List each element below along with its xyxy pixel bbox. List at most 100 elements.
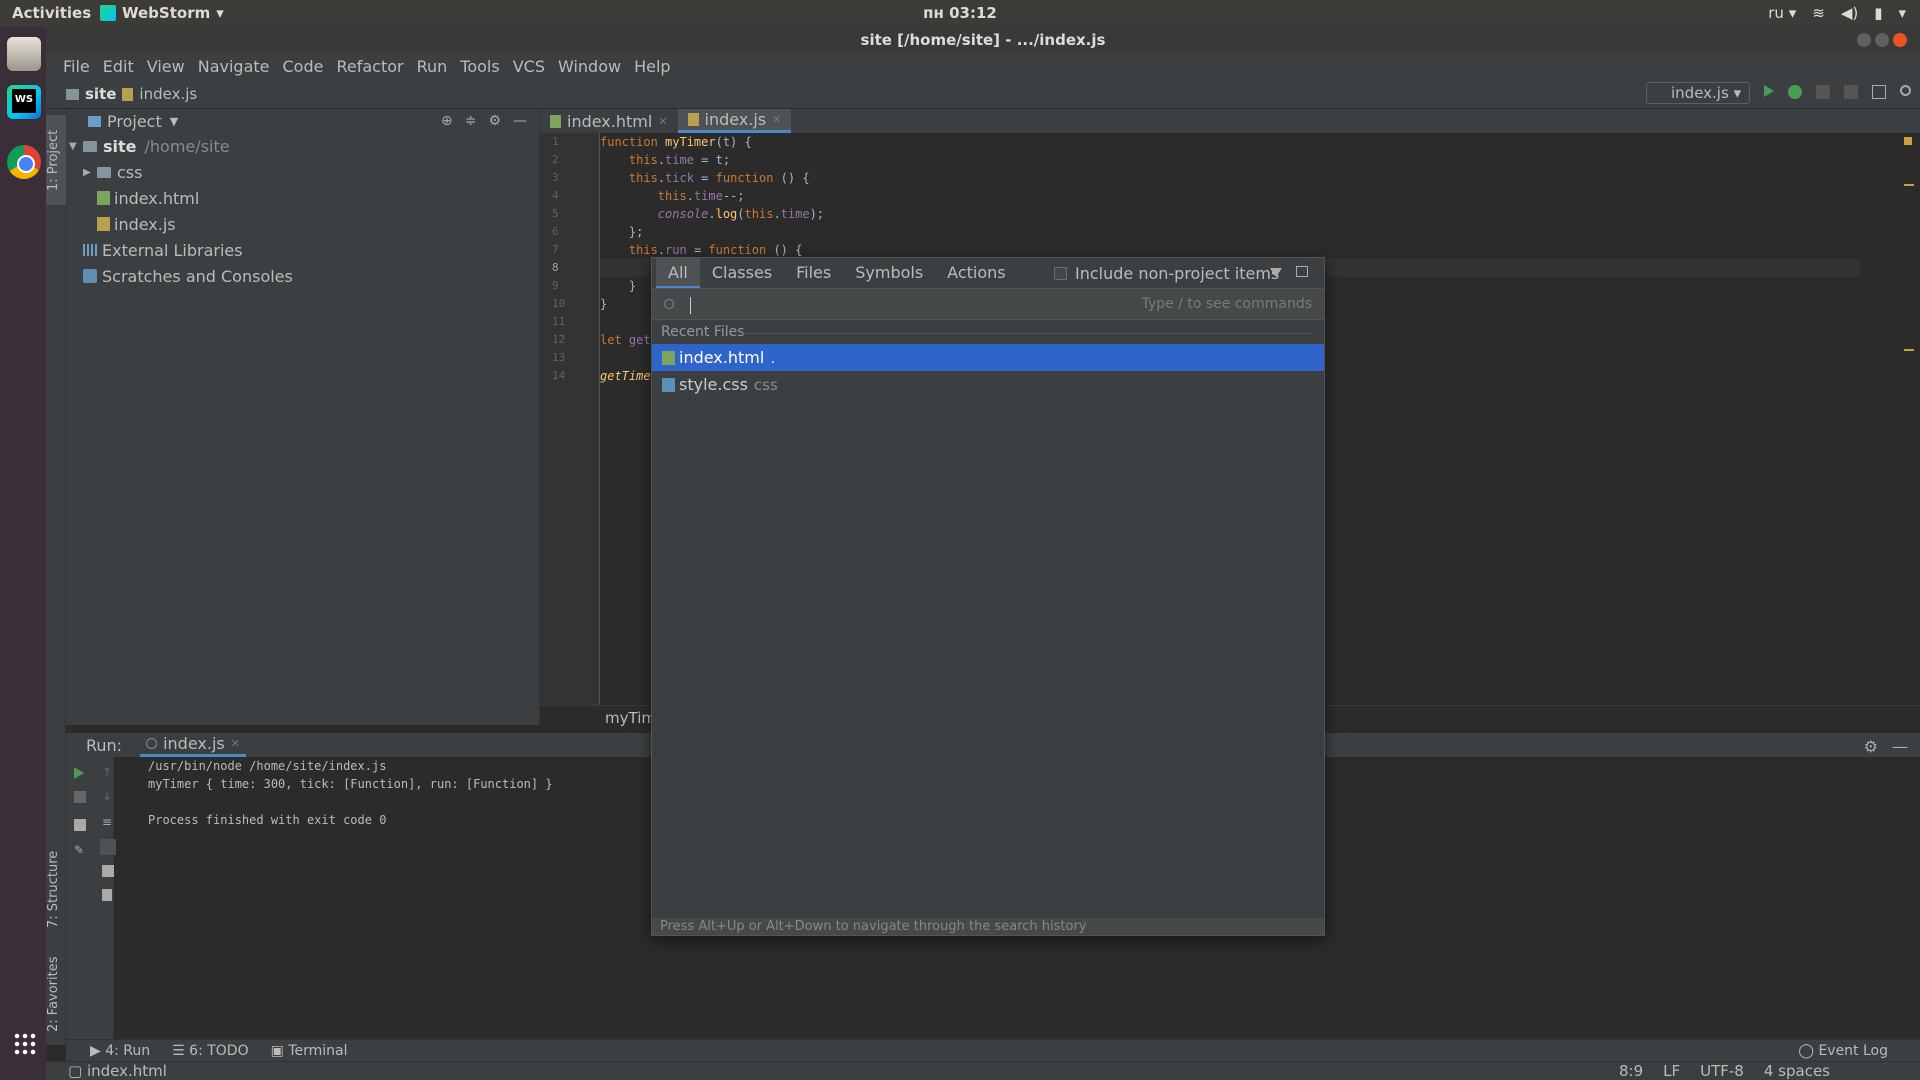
locate-icon[interactable]: ⊕ (441, 113, 453, 129)
menu-run[interactable]: Run (417, 57, 448, 76)
arrow-down-icon[interactable]: ↓ (102, 789, 114, 803)
soft-wrap-icon[interactable]: ≡ (102, 815, 114, 829)
webstorm-app-icon[interactable]: WS (7, 85, 41, 119)
gear-icon[interactable]: ⚙ (488, 113, 501, 129)
project-view-selector[interactable]: Project (107, 112, 162, 131)
coverage-icon[interactable] (1816, 85, 1830, 99)
stop-icon[interactable] (1844, 85, 1858, 99)
gear-icon[interactable]: ⚙ (1864, 737, 1878, 756)
search-tab-all[interactable]: All (656, 258, 700, 288)
tree-node-css[interactable]: ▶ css (66, 159, 539, 185)
menu-file[interactable]: File (63, 57, 90, 76)
line-number: 5 (552, 207, 559, 220)
menu-view[interactable]: View (147, 57, 185, 76)
run-icon[interactable] (1764, 85, 1774, 97)
hide-icon[interactable]: — (513, 113, 527, 129)
tab-index-html[interactable]: index.html ✕ (540, 109, 678, 133)
rerun-icon[interactable] (74, 767, 84, 779)
print-icon[interactable] (102, 865, 114, 877)
console-output[interactable]: /usr/bin/node /home/site/index.js myTime… (148, 757, 553, 829)
menu-tools[interactable]: Tools (460, 57, 499, 76)
keyboard-layout[interactable]: ru ▾ (1768, 4, 1796, 22)
tree-node-index-html[interactable]: index.html (66, 185, 539, 211)
tool-tab-terminal[interactable]: ▣ Terminal (271, 1043, 348, 1059)
list-item[interactable]: style.css css (652, 371, 1324, 398)
minimize-window-icon[interactable] (1857, 33, 1871, 47)
collapse-all-icon[interactable]: ≑ (465, 113, 477, 129)
event-log-button[interactable]: ◯ Event Log (1798, 1043, 1888, 1059)
search-tab-symbols[interactable]: Symbols (843, 258, 935, 288)
tab-index-js[interactable]: index.js ✕ (677, 109, 792, 133)
js-file-icon (97, 217, 110, 231)
open-in-find-window-icon[interactable] (1296, 266, 1308, 277)
show-applications-icon[interactable] (13, 1032, 37, 1056)
restore-layout-icon[interactable] (74, 819, 86, 831)
menu-refactor[interactable]: Refactor (336, 57, 403, 76)
close-tab-icon[interactable]: ✕ (231, 737, 240, 750)
stop-icon[interactable] (74, 791, 86, 803)
tool-tab-todo[interactable]: ☰ 6: TODO (172, 1043, 248, 1059)
include-non-project-checkbox[interactable]: Include non-project items (1054, 264, 1279, 283)
system-tray[interactable]: ru ▾ ≋ ◀) ▮ ▾ (1768, 4, 1906, 22)
nav-toolbar (1764, 85, 1911, 99)
chrome-app-icon[interactable] (7, 145, 41, 179)
close-window-icon[interactable] (1893, 33, 1907, 47)
battery-icon: ▮ (1874, 4, 1883, 22)
warning-marker[interactable] (1904, 184, 1914, 186)
tool-tab-run[interactable]: ▶ 4: Run (90, 1043, 150, 1059)
text-caret (690, 297, 691, 314)
search-icon[interactable] (1900, 85, 1911, 96)
collapsed-arrow-icon[interactable]: ▶ (83, 167, 97, 178)
breadcrumb-file[interactable]: index.js (139, 85, 197, 103)
menu-help[interactable]: Help (634, 57, 670, 76)
arrow-up-icon[interactable]: ↑ (102, 765, 114, 779)
hide-icon[interactable]: — (1892, 737, 1908, 756)
error-stripe[interactable] (1904, 133, 1916, 705)
search-tab-classes[interactable]: Classes (700, 258, 784, 288)
close-tab-icon[interactable]: ✕ (772, 113, 781, 126)
tree-node-index-js[interactable]: index.js (66, 211, 539, 237)
tree-node-external-libraries[interactable]: External Libraries (66, 237, 539, 263)
debug-icon[interactable] (1788, 85, 1802, 99)
clock[interactable]: пн 03:12 (0, 4, 1920, 22)
menu-code[interactable]: Code (283, 57, 324, 76)
maximize-window-icon[interactable] (1875, 33, 1889, 47)
run-config-selector[interactable]: index.js ▾ (1646, 82, 1750, 104)
file-encoding[interactable]: UTF-8 (1700, 1062, 1744, 1080)
search-tab-actions[interactable]: Actions (935, 258, 1017, 288)
tree-node-label: index.html (114, 188, 200, 208)
breadcrumb-project[interactable]: site (85, 85, 116, 103)
editor-breadcrumb-item[interactable]: myTim (605, 709, 656, 727)
line-separator[interactable]: LF (1663, 1062, 1680, 1080)
menu-navigate[interactable]: Navigate (198, 57, 270, 76)
tree-node-site[interactable]: ▼ site /home/site (66, 133, 539, 159)
pin-icon[interactable]: ✎ (74, 843, 86, 857)
filter-icon[interactable] (1270, 268, 1282, 277)
line-number: 4 (552, 189, 559, 202)
expanded-arrow-icon[interactable]: ▼ (69, 141, 83, 152)
indent-setting[interactable]: 4 spaces (1764, 1062, 1830, 1080)
files-app-icon[interactable] (7, 37, 41, 71)
scroll-to-end-icon[interactable] (100, 839, 116, 855)
warning-marker[interactable] (1904, 137, 1912, 145)
list-item[interactable]: index.html . (652, 344, 1324, 371)
tab-project-tool[interactable]: 1: Project (46, 115, 66, 205)
caret-position[interactable]: 8:9 (1619, 1062, 1643, 1080)
close-tab-icon[interactable]: ✕ (658, 115, 667, 128)
layout-icon[interactable] (1872, 85, 1886, 99)
tab-favorites-tool[interactable]: 2: Favorites (46, 939, 66, 1049)
console-line: myTimer { time: 300, tick: [Function], r… (148, 777, 553, 791)
checkbox[interactable] (1054, 267, 1067, 280)
tab-structure-tool[interactable]: 7: Structure (46, 829, 66, 949)
menu-window[interactable]: Window (558, 57, 621, 76)
run-tab-index-js[interactable]: index.js ✕ (140, 733, 246, 757)
menu-vcs[interactable]: VCS (513, 57, 545, 76)
search-input[interactable] (692, 293, 1072, 317)
warning-marker[interactable] (1904, 349, 1914, 351)
menu-edit[interactable]: Edit (103, 57, 134, 76)
search-tab-files[interactable]: Files (784, 258, 843, 288)
search-icon (664, 299, 674, 309)
trash-icon[interactable] (102, 889, 112, 901)
tree-node-scratches[interactable]: Scratches and Consoles (66, 263, 539, 289)
